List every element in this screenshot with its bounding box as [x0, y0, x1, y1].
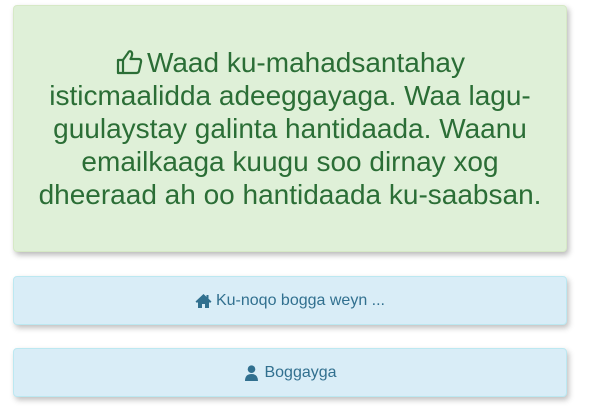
home-button-label: Ku-noqo bogga weyn ... — [215, 291, 385, 309]
user-icon — [243, 364, 260, 381]
profile-button[interactable]: Boggayga — [13, 348, 567, 397]
home-icon — [195, 293, 212, 309]
profile-button-label: Boggayga — [264, 363, 337, 381]
home-button[interactable]: Ku-noqo bogga weyn ... — [13, 276, 567, 325]
success-message: Waad ku-mahadsantahay isticmaalidda adee… — [36, 46, 544, 211]
thumbs-up-icon — [115, 49, 143, 75]
success-alert: Waad ku-mahadsantahay isticmaalidda adee… — [13, 5, 567, 252]
